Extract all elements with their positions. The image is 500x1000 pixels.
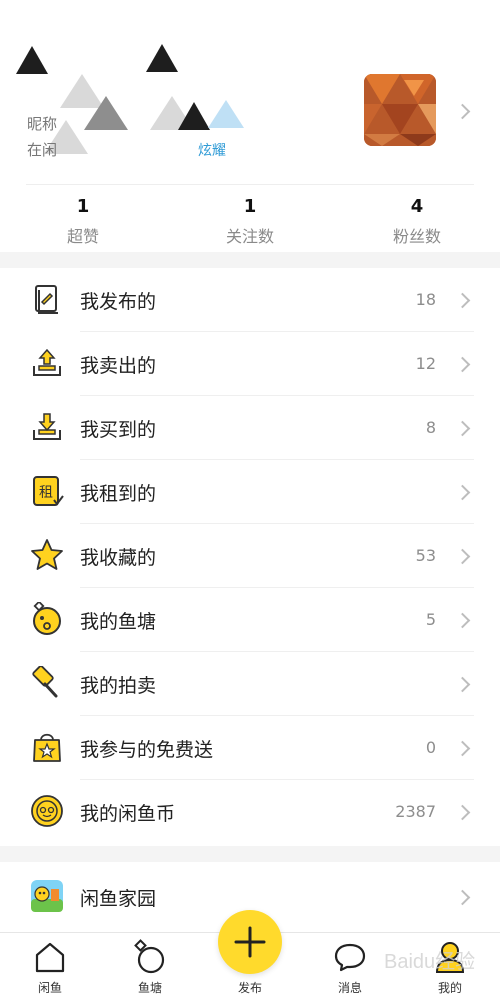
chevron-right-icon bbox=[454, 548, 471, 565]
free-gift-icon bbox=[33, 733, 61, 762]
stat-likes[interactable]: 1 超赞 bbox=[23, 196, 143, 247]
stat-following[interactable]: 1 关注数 bbox=[190, 196, 310, 247]
menu-item-label: 我的闲鱼币 bbox=[80, 803, 176, 825]
published-icon bbox=[35, 285, 58, 314]
profile-header[interactable]: 昵称 在闲 炫耀 1 超赞 1 关注数 4 粉丝数 bbox=[0, 0, 500, 252]
star-icon bbox=[31, 539, 63, 570]
chevron-right-icon bbox=[454, 676, 471, 693]
avatar[interactable] bbox=[364, 74, 436, 146]
stat-followers[interactable]: 4 粉丝数 bbox=[357, 196, 477, 247]
menu-item-label: 我收藏的 bbox=[80, 547, 157, 569]
fishpond-tab-icon bbox=[134, 939, 165, 974]
chevron-right-icon bbox=[454, 804, 471, 821]
menu-item-label: 我租到的 bbox=[80, 483, 157, 505]
menu-item-count: 2387 bbox=[395, 802, 436, 821]
menu-item-count: 12 bbox=[415, 354, 436, 373]
stat-value: 4 bbox=[410, 196, 424, 217]
menu-item-favorites[interactable]: 我收藏的 53 bbox=[0, 524, 500, 588]
tab-messages[interactable]: 消息 bbox=[310, 933, 390, 1000]
chevron-right-icon bbox=[454, 484, 471, 501]
menu-item-count: 0 bbox=[425, 738, 436, 757]
menu-item-fishpond[interactable]: 我的鱼塘 5 bbox=[0, 588, 500, 652]
menu-item-label: 我参与的免费送 bbox=[80, 739, 214, 761]
stat-value: 1 bbox=[76, 196, 90, 217]
stat-label: 关注数 bbox=[225, 227, 274, 246]
tab-label: 消息 bbox=[337, 981, 362, 995]
redaction-shape bbox=[146, 44, 178, 72]
menu-item-count: 5 bbox=[425, 610, 436, 629]
menu-item-label: 我的鱼塘 bbox=[80, 611, 157, 633]
profile-nickname-line: 昵称 bbox=[27, 115, 58, 133]
auction-hammer-icon bbox=[32, 666, 58, 698]
menu-item-label: 我的拍卖 bbox=[80, 675, 157, 697]
menu-item-count: 8 bbox=[425, 418, 436, 437]
tab-home[interactable]: 闲鱼 bbox=[10, 933, 90, 1000]
menu-item-label: 我卖出的 bbox=[80, 355, 157, 377]
menu-item-label: 我买到的 bbox=[80, 419, 157, 441]
home-icon bbox=[35, 942, 65, 973]
watermark-text: Baidu经验 bbox=[384, 950, 475, 973]
home-garden-icon bbox=[31, 880, 63, 912]
chevron-right-icon bbox=[454, 292, 471, 309]
menu-item-count: 53 bbox=[415, 546, 436, 565]
redaction-shape bbox=[16, 46, 48, 74]
menu-item-bought[interactable]: 我买到的 8 bbox=[0, 396, 500, 460]
menu-item-rented[interactable]: 租 我租到的 bbox=[0, 460, 500, 524]
menu-item-free-giveaway[interactable]: 我参与的免费送 0 bbox=[0, 716, 500, 780]
sold-icon bbox=[33, 348, 61, 376]
profile-link[interactable]: 炫耀 bbox=[198, 140, 226, 160]
tab-label: 闲鱼 bbox=[37, 981, 62, 995]
profile-status-line: 在闲 bbox=[27, 141, 58, 159]
bought-icon bbox=[33, 413, 61, 440]
menu-item-coins[interactable]: 我的闲鱼币 2387 bbox=[0, 780, 500, 844]
chevron-right-icon bbox=[454, 356, 471, 373]
menu-item-label: 闲鱼家园 bbox=[80, 888, 157, 910]
stat-label: 粉丝数 bbox=[392, 227, 441, 246]
chevron-right-icon bbox=[454, 612, 471, 629]
stat-value: 1 bbox=[243, 196, 257, 217]
redaction-shape bbox=[84, 96, 128, 130]
watermark: Baidu经验 bbox=[384, 940, 494, 980]
chevron-right-icon bbox=[454, 420, 471, 437]
chevron-right-icon bbox=[454, 740, 471, 757]
chevron-right-icon bbox=[454, 103, 471, 120]
rent-icon: 租 bbox=[33, 476, 64, 506]
menu-item-published[interactable]: 我发布的 18 bbox=[0, 268, 500, 332]
plus-icon bbox=[234, 926, 266, 958]
publish-button[interactable] bbox=[218, 910, 282, 974]
menu-list: 我发布的 18 我卖出的 12 我买到的 8 租 我租到的 我收藏的 53 我的… bbox=[0, 268, 500, 846]
menu-item-label: 我发布的 bbox=[80, 291, 157, 313]
chevron-right-icon bbox=[454, 889, 471, 906]
coin-icon bbox=[31, 795, 63, 827]
redaction-shape bbox=[208, 100, 244, 128]
menu-item-count: 18 bbox=[415, 290, 436, 309]
redaction-shape bbox=[178, 102, 210, 130]
tab-label: 发布 bbox=[237, 981, 262, 995]
message-icon bbox=[334, 943, 366, 972]
menu-item-auction[interactable]: 我的拍卖 bbox=[0, 652, 500, 716]
menu-item-sold[interactable]: 我卖出的 12 bbox=[0, 332, 500, 396]
rent-icon-text: 租 bbox=[39, 485, 53, 501]
tab-label: 我的 bbox=[437, 981, 462, 995]
tab-label: 鱼塘 bbox=[137, 981, 162, 995]
fishpond-icon bbox=[33, 602, 61, 635]
divider bbox=[26, 184, 474, 185]
stat-label: 超赞 bbox=[66, 227, 99, 246]
tab-fishpond[interactable]: 鱼塘 bbox=[110, 933, 190, 1000]
